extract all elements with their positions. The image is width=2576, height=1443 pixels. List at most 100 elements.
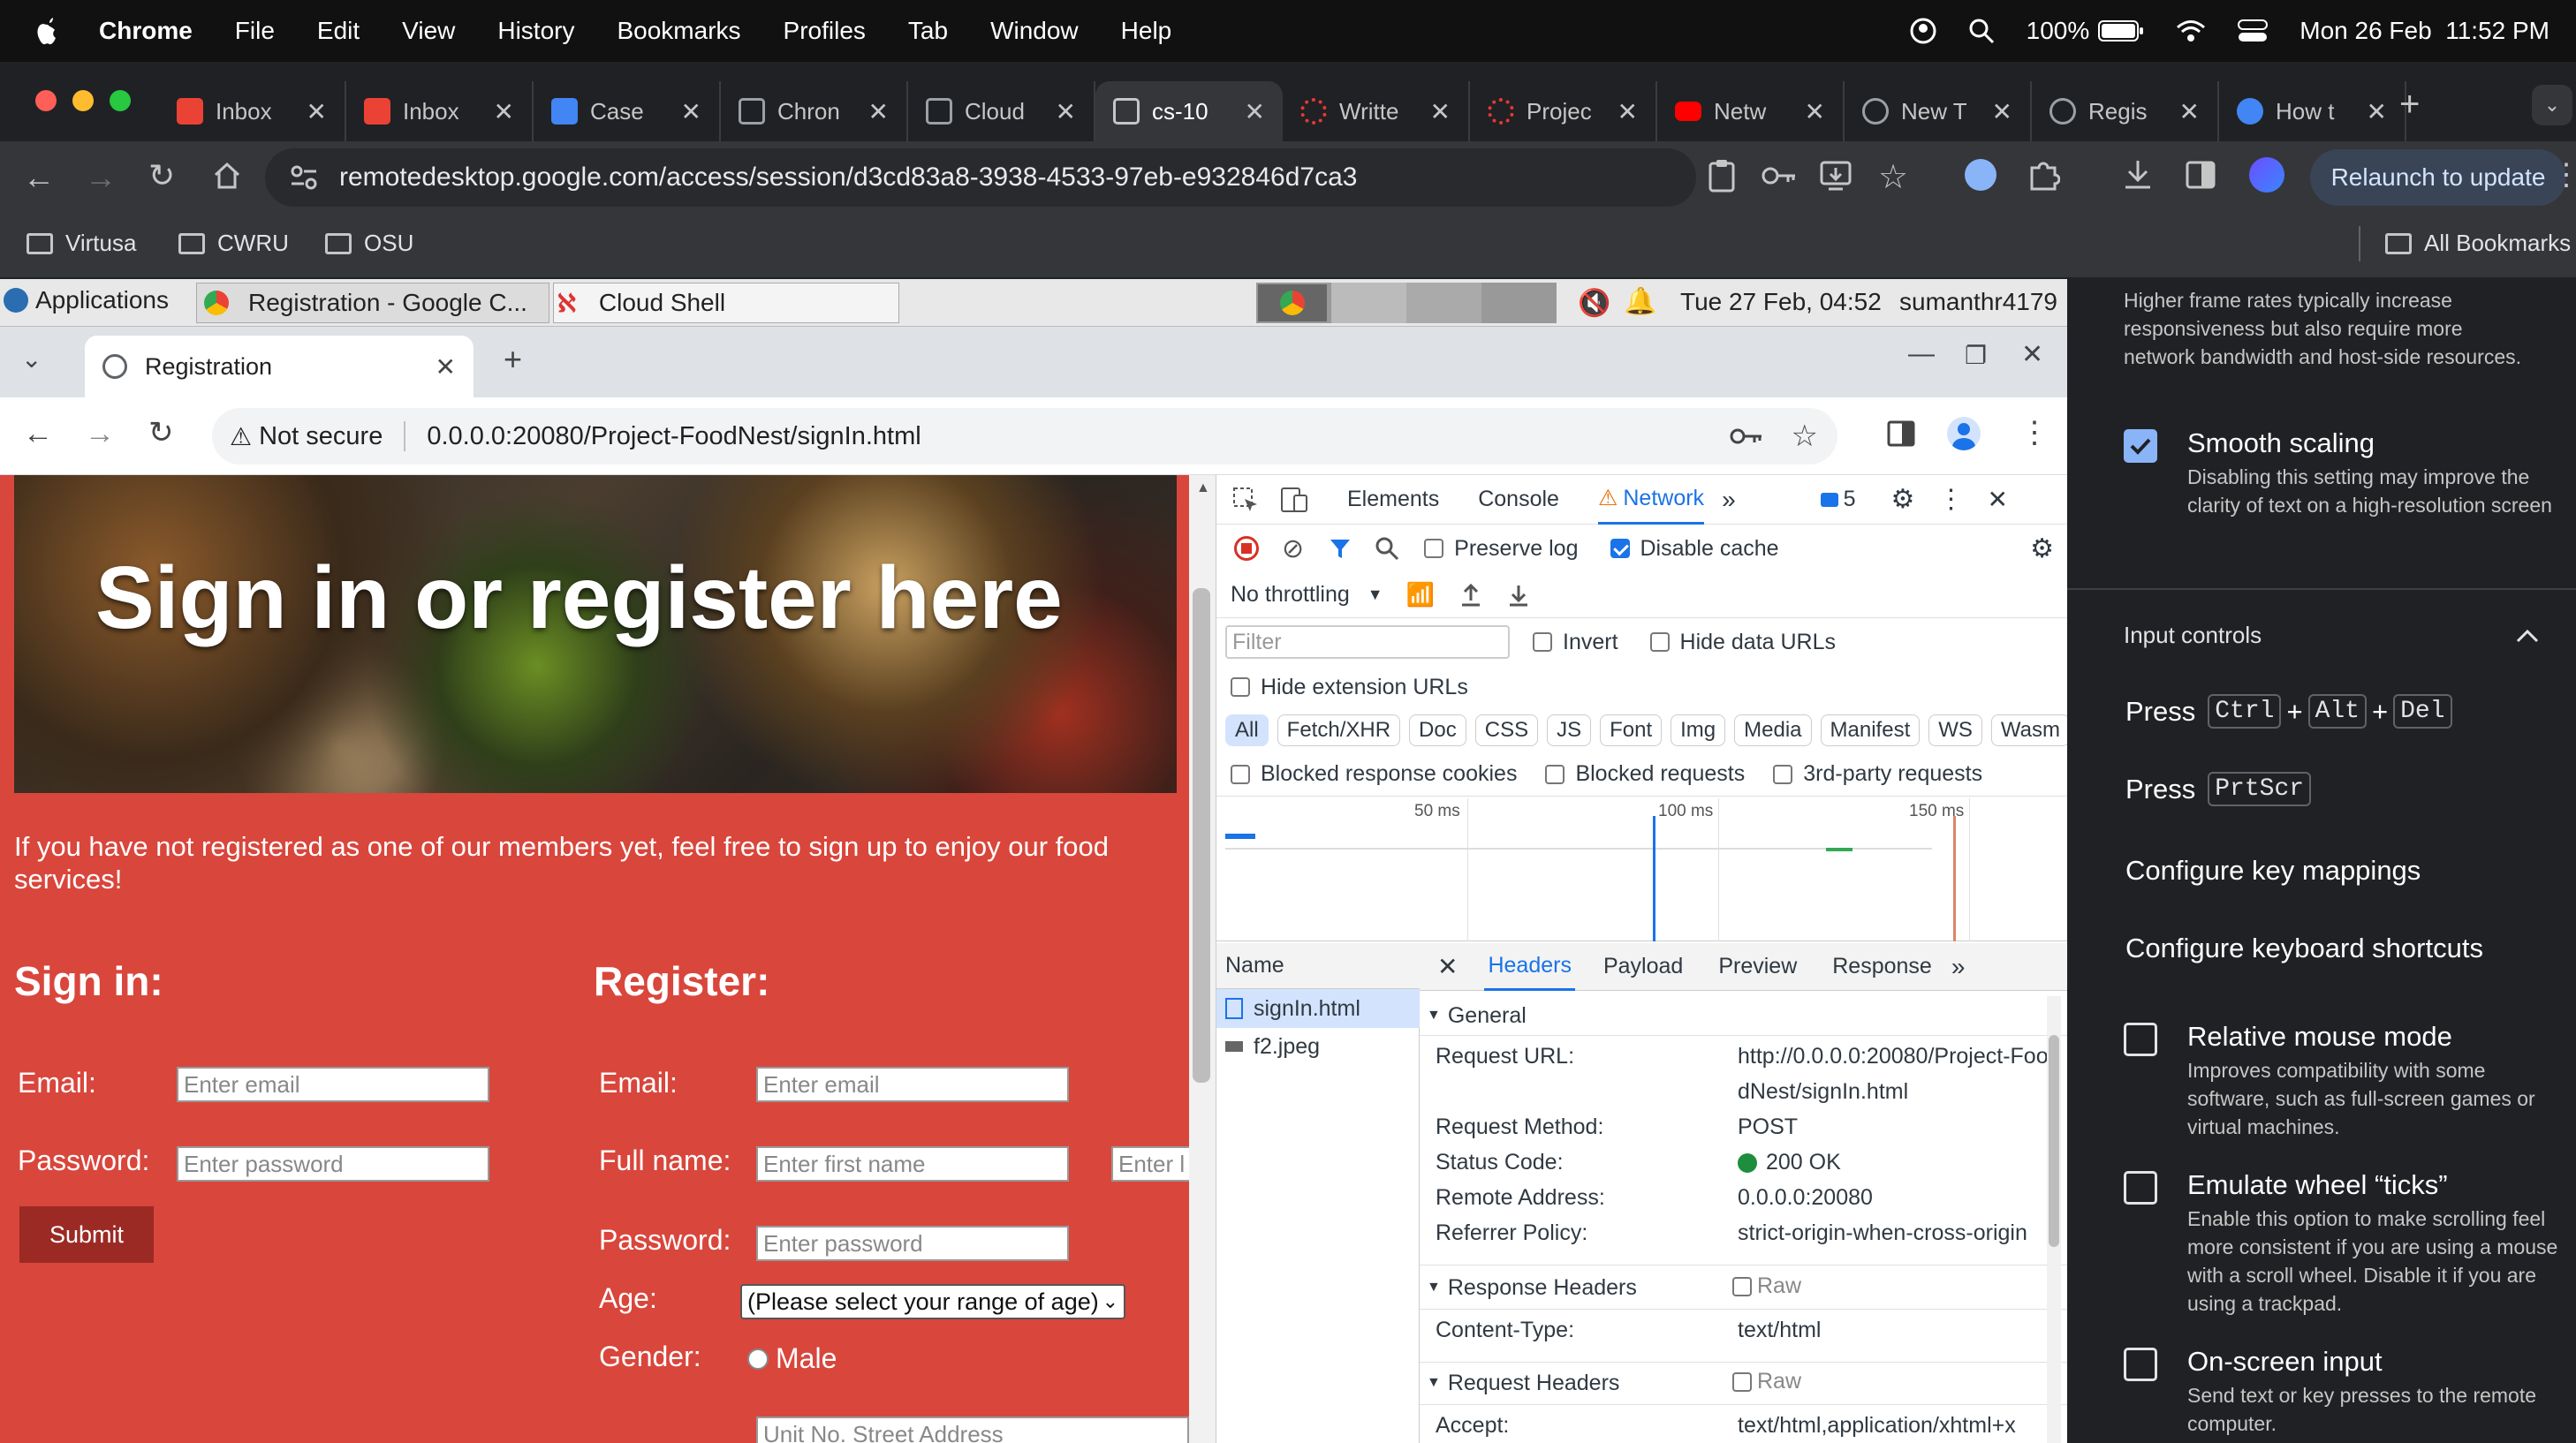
disable-cache-checkbox[interactable]	[1610, 539, 1630, 558]
last-name-input[interactable]: Enter l	[1111, 1146, 1189, 1182]
more-tabs-chevron-icon[interactable]: »	[1951, 953, 1966, 981]
settings-gear-icon[interactable]: ⚙	[1891, 484, 1915, 515]
search-icon[interactable]	[1375, 536, 1399, 561]
reload-icon[interactable]: ↻	[148, 415, 174, 450]
menu-profiles[interactable]: Profiles	[784, 17, 866, 45]
devtools-menu-kebab-icon[interactable]: ⋮	[1937, 484, 1964, 515]
bookmark-folder-osu[interactable]: OSU	[325, 230, 413, 257]
browser-tab[interactable]: New T ✕	[1845, 81, 2032, 141]
type-filter-fetch-xhr[interactable]: Fetch/XHR	[1277, 714, 1401, 746]
relative-mouse-checkbox[interactable]	[2124, 1023, 2157, 1056]
signin-email-input[interactable]: Enter email	[177, 1067, 489, 1102]
close-tab-icon[interactable]: ✕	[1805, 97, 1825, 126]
response-headers-section[interactable]: ▼ Response Headers	[1427, 1270, 1637, 1305]
address-input[interactable]: Unit No. Street Address	[756, 1417, 1189, 1443]
side-panel-icon[interactable]	[1887, 420, 1915, 447]
apple-icon[interactable]	[35, 16, 60, 46]
devtools-tab-elements[interactable]: Elements	[1347, 487, 1439, 512]
volume-muted-icon[interactable]: 🔇	[1578, 288, 1610, 319]
close-tab-icon[interactable]: ✕	[494, 97, 514, 126]
minimize-window-icon[interactable]: —	[1908, 339, 1935, 369]
send-ctrl-alt-del-button[interactable]: Press Ctrl + Alt + Del	[2125, 694, 2458, 729]
signin-password-input[interactable]: Enter password	[177, 1146, 489, 1182]
menu-edit[interactable]: Edit	[317, 17, 360, 45]
network-conditions-wifi-icon[interactable]: 📶	[1406, 581, 1435, 608]
type-filter-ws[interactable]: WS	[1928, 714, 1982, 746]
detail-tab-response[interactable]: Response	[1832, 954, 1932, 979]
browser-tab[interactable]: Writte ✕	[1283, 81, 1470, 141]
remote-browser-tab[interactable]: Registration ✕	[85, 336, 474, 397]
address-bar[interactable]: remotedesktop.google.com/access/session/…	[265, 148, 1696, 207]
filter-funnel-icon[interactable]	[1329, 537, 1352, 560]
url-text[interactable]: remotedesktop.google.com/access/session/…	[339, 162, 1357, 193]
notification-bell-icon[interactable]: 🔔	[1624, 286, 1656, 317]
menu-tab[interactable]: Tab	[908, 17, 948, 45]
content-type-value[interactable]: text/html	[1738, 1318, 1821, 1343]
request-row-f2[interactable]: f2.jpeg	[1216, 1028, 1420, 1065]
issues-badge[interactable]: 5	[1820, 487, 1856, 512]
browser-tab[interactable]: Inbox ✕	[159, 81, 346, 141]
taskbar-window-cloud-shell[interactable]: ℵ Cloud Shell	[553, 283, 899, 323]
close-tab-icon[interactable]: ✕	[1430, 97, 1451, 126]
browser-tab[interactable]: Cloud ✕	[908, 81, 1095, 141]
type-filter-wasm[interactable]: Wasm	[1990, 714, 2067, 746]
close-tab-icon[interactable]: ✕	[1056, 97, 1076, 126]
send-prtscr-button[interactable]: Press PrtScr	[2125, 772, 2316, 806]
smooth-scaling-checkbox[interactable]	[2124, 429, 2157, 463]
submit-button[interactable]: Submit	[19, 1206, 154, 1263]
browser-tab[interactable]: Inbox ✕	[346, 81, 534, 141]
back-arrow-icon[interactable]: ←	[23, 159, 55, 196]
blocked-requests-checkbox[interactable]	[1545, 764, 1565, 784]
spotlight-search-icon[interactable]	[1968, 18, 1995, 44]
emulate-wheel-checkbox[interactable]	[2124, 1171, 2157, 1205]
raw-checkbox[interactable]	[1732, 1371, 1752, 1392]
new-tab-plus-icon[interactable]: +	[2399, 85, 2420, 125]
menu-file[interactable]: File	[235, 17, 275, 45]
applications-menu[interactable]: Applications	[4, 286, 169, 314]
close-window-button[interactable]	[35, 90, 57, 111]
scroll-up-arrow-icon[interactable]: ▲	[1196, 480, 1210, 496]
general-section-header[interactable]: ▼ General	[1427, 998, 1527, 1033]
detail-tab-headers[interactable]: Headers	[1484, 943, 1575, 991]
close-tab-icon[interactable]: ✕	[307, 97, 327, 126]
browser-tab[interactable]: Chron ✕	[721, 81, 908, 141]
menu-help[interactable]: Help	[1121, 17, 1172, 45]
details-scrollbar[interactable]	[2047, 996, 2061, 1443]
more-tabs-chevron-icon[interactable]: »	[1722, 486, 1736, 514]
hide-extension-urls-checkbox[interactable]	[1231, 677, 1250, 697]
status-code-value[interactable]: 200 OK	[1738, 1150, 1841, 1175]
menu-window[interactable]: Window	[990, 17, 1079, 45]
filter-input[interactable]: Filter	[1225, 625, 1510, 659]
gender-male-radio[interactable]: Male	[747, 1342, 837, 1375]
remote-username[interactable]: sumanthr4179	[1899, 288, 2057, 316]
devtools-tab-network[interactable]: ⚠ Network	[1597, 475, 1705, 525]
close-devtools-icon[interactable]: ✕	[1987, 485, 2007, 514]
type-filter-all[interactable]: All	[1225, 714, 1269, 746]
type-filter-js[interactable]: JS	[1547, 714, 1592, 746]
configure-shortcuts-link[interactable]: Configure keyboard shortcuts	[2125, 933, 2483, 964]
inspect-element-icon[interactable]	[1232, 487, 1259, 513]
not-secure-label[interactable]: Not secure	[259, 422, 383, 451]
bookmark-star-icon[interactable]: ☆	[1792, 419, 1818, 454]
menubar-datetime[interactable]: Mon 26 Feb 11:52 PM	[2299, 17, 2549, 45]
remote-desktop-view[interactable]: Applications Registration - Google C... …	[0, 279, 2067, 1443]
first-name-input[interactable]: Enter first name	[756, 1146, 1069, 1182]
devtools-tab-console[interactable]: Console	[1478, 487, 1559, 512]
bookmark-folder-cwru[interactable]: CWRU	[178, 230, 289, 257]
password-key-icon[interactable]	[1730, 426, 1763, 447]
chrome-menu-kebab-icon[interactable]: ⋮	[2551, 157, 2576, 193]
menu-view[interactable]: View	[402, 17, 455, 45]
type-filter-media[interactable]: Media	[1734, 714, 1812, 746]
side-panel-icon[interactable]	[2186, 161, 2216, 189]
install-app-icon[interactable]	[1820, 161, 1852, 191]
network-timeline-overview[interactable]: 50 ms 100 ms 150 ms	[1216, 798, 2067, 941]
third-party-checkbox[interactable]	[1773, 764, 1793, 784]
raw-checkbox[interactable]	[1732, 1276, 1752, 1296]
site-settings-icon[interactable]	[290, 164, 318, 191]
preserve-log-checkbox[interactable]	[1424, 539, 1444, 558]
close-tab-icon[interactable]: ✕	[2367, 97, 2387, 126]
taskbar-window-registration[interactable]: Registration - Google C...	[196, 283, 549, 323]
browser-tab[interactable]: Netw ✕	[1657, 81, 1845, 141]
record-stop-icon[interactable]	[1234, 536, 1259, 561]
new-tab-plus-icon[interactable]: +	[504, 341, 522, 378]
